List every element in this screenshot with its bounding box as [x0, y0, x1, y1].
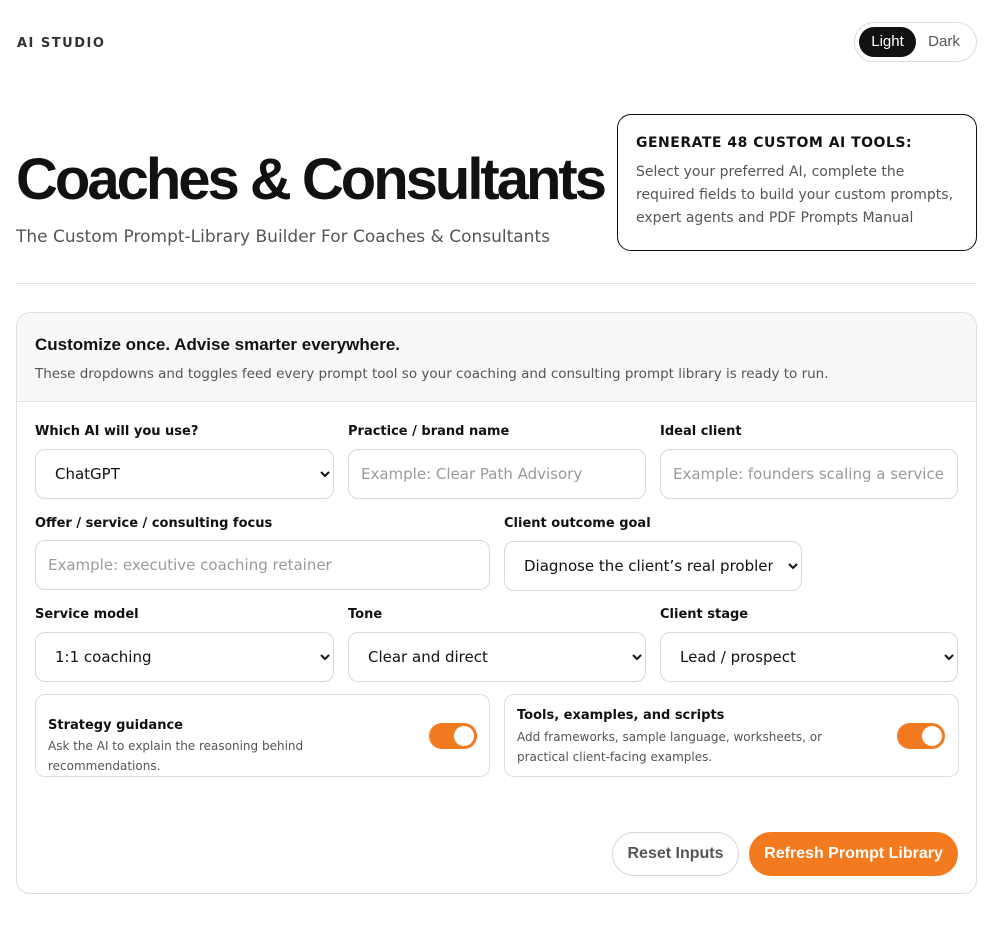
tools-examples-title: Tools, examples, and scripts: [517, 708, 725, 723]
reset-inputs-button[interactable]: Reset Inputs: [612, 832, 739, 876]
client-stage-label: Client stage: [660, 607, 749, 622]
card-header: Customize once. Advise smarter everywher…: [17, 313, 976, 402]
strategy-guidance-toggle-box: Strategy guidance Ask the AI to explain …: [35, 694, 490, 777]
switch-knob: [454, 726, 474, 746]
strategy-guidance-title: Strategy guidance: [48, 718, 183, 733]
card-description: These dropdowns and toggles feed every p…: [35, 366, 829, 382]
theme-light-option[interactable]: Light: [859, 27, 916, 57]
tools-examples-description: Add frameworks, sample language, workshe…: [517, 730, 823, 764]
offer-label: Offer / service / consulting focus: [35, 516, 273, 531]
theme-dark-option[interactable]: Dark: [916, 27, 972, 57]
tools-examples-toggle-box: Tools, examples, and scripts Add framewo…: [504, 694, 959, 777]
brand-name-label: Practice / brand name: [348, 424, 510, 439]
offer-input[interactable]: [35, 540, 490, 590]
ideal-client-input[interactable]: [660, 449, 958, 499]
tools-examples-switch[interactable]: [897, 723, 945, 749]
page-subtitle: The Custom Prompt-Library Builder For Co…: [16, 227, 550, 247]
ai-select-label: Which AI will you use?: [35, 424, 199, 439]
strategy-guidance-switch[interactable]: [429, 723, 477, 749]
refresh-prompt-library-button[interactable]: Refresh Prompt Library: [749, 832, 958, 876]
card-title: Customize once. Advise smarter everywher…: [35, 335, 401, 354]
ideal-client-label: Ideal client: [660, 424, 742, 439]
section-divider: [16, 283, 977, 284]
settings-card: Customize once. Advise smarter everywher…: [16, 312, 977, 894]
outcome-label: Client outcome goal: [504, 516, 651, 531]
switch-knob: [922, 726, 942, 746]
tone-select[interactable]: Clear and direct: [348, 632, 646, 682]
ai-select[interactable]: ChatGPT: [35, 449, 334, 499]
promo-title: GENERATE 48 CUSTOM AI TOOLS:: [636, 135, 913, 151]
brand-name-input[interactable]: [348, 449, 646, 499]
page-title: Coaches & Consultants: [16, 147, 607, 212]
promo-box: GENERATE 48 CUSTOM AI TOOLS: Select your…: [617, 114, 977, 251]
client-stage-select[interactable]: Lead / prospect: [660, 632, 958, 682]
service-model-label: Service model: [35, 607, 139, 622]
tone-label: Tone: [348, 607, 383, 622]
strategy-guidance-description: Ask the AI to explain the reasoning behi…: [48, 739, 304, 773]
service-model-select[interactable]: 1:1 coaching: [35, 632, 334, 682]
promo-body: Select your preferred AI, complete the r…: [636, 164, 954, 226]
outcome-select[interactable]: Diagnose the client’s real problem: [504, 541, 802, 591]
brand-logo-text: AI STUDIO: [17, 36, 106, 51]
theme-toggle: Light Dark: [854, 22, 977, 62]
